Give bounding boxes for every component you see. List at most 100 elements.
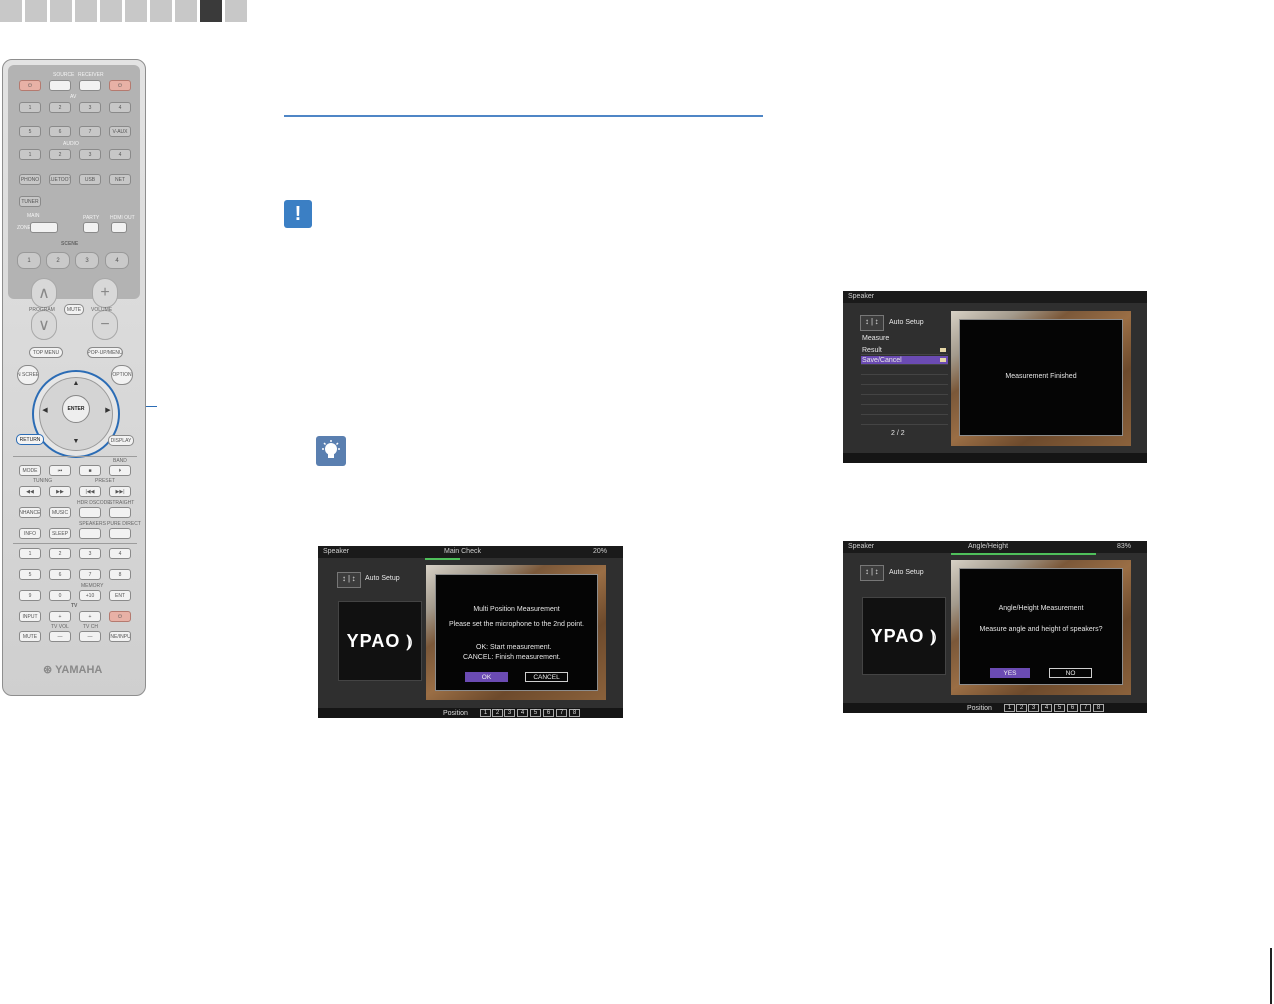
display-button[interactable]: DISPLAY [108, 435, 134, 446]
num-button-9[interactable]: 9 [19, 590, 41, 601]
chapter-tab[interactable] [225, 0, 247, 22]
audio-button-1[interactable]: 1 [19, 149, 41, 160]
menu-item-result[interactable]: Result [861, 346, 948, 355]
scene-button-4[interactable]: 4 [105, 252, 129, 269]
receiver-power-button[interactable]: ⏻ [109, 80, 131, 91]
tuner-button[interactable]: TUNER [19, 196, 41, 207]
num-button-0[interactable]: 0 [49, 590, 71, 601]
chapter-tab[interactable] [175, 0, 197, 22]
auto-setup-icon: ↕|↕ [337, 572, 361, 588]
plus-10-button[interactable]: +10 [79, 590, 101, 601]
tv-vol-down-button[interactable]: — [49, 631, 71, 642]
chapter-tab[interactable] [125, 0, 147, 22]
num-button-5[interactable]: 5 [19, 569, 41, 580]
chapter-tab[interactable] [0, 0, 22, 22]
zone-switch[interactable] [30, 222, 58, 233]
num-button-4[interactable]: 4 [109, 548, 131, 559]
mode-button[interactable]: MODE [19, 465, 41, 476]
num-button-3[interactable]: 3 [79, 548, 101, 559]
tuning-down-button[interactable]: ◀◀ [19, 486, 41, 497]
cursor-right-icon[interactable]: ▶ [103, 405, 113, 415]
audio-button-4[interactable]: 4 [109, 149, 131, 160]
scene-button-3[interactable]: 3 [75, 252, 99, 269]
num-button-7[interactable]: 7 [79, 569, 101, 580]
cursor-up-icon[interactable]: ▲ [71, 378, 81, 388]
tv-mute-button[interactable]: MUTE [19, 631, 41, 642]
tv-power-button[interactable]: ⏻ [109, 611, 131, 622]
no-button[interactable]: NO [1049, 668, 1092, 678]
av-button-6[interactable]: 6 [49, 126, 71, 137]
hdmi-out-button[interactable] [111, 222, 127, 233]
line-input-button[interactable]: LINE/INPUT [109, 631, 131, 642]
av-button-7[interactable]: 7 [79, 126, 101, 137]
menu-row-empty [861, 366, 948, 375]
phono-button[interactable]: PHONO [19, 174, 41, 185]
scene-button-1[interactable]: 1 [17, 252, 41, 269]
num-button-1[interactable]: 1 [19, 548, 41, 559]
scene-button-2[interactable]: 2 [46, 252, 70, 269]
play-button[interactable]: ⏵ [109, 465, 131, 476]
menu-item-save-cancel[interactable]: Save/Cancel [861, 356, 948, 365]
on-screen-button[interactable]: ON SCREEN [17, 365, 39, 385]
num-button-6[interactable]: 6 [49, 569, 71, 580]
preset-down-button[interactable]: |◀◀ [79, 486, 101, 497]
speakers-button[interactable] [79, 528, 101, 539]
program-up-button[interactable]: ∧ [31, 278, 57, 308]
mute-button[interactable]: MUTE [64, 304, 84, 315]
v-aux-button[interactable]: V-AUX [109, 126, 131, 137]
usb-button[interactable]: USB [79, 174, 101, 185]
net-button[interactable]: NET [109, 174, 131, 185]
yes-button[interactable]: YES [990, 668, 1030, 678]
menu-item-measure[interactable]: Measure [862, 335, 889, 342]
prev-button[interactable]: ⏮ [49, 465, 71, 476]
chapter-tab[interactable] [50, 0, 72, 22]
av-button-5[interactable]: 5 [19, 126, 41, 137]
tuning-up-button[interactable]: ▶▶ [49, 486, 71, 497]
popup-menu-button[interactable]: POP-UP/MENU [87, 347, 123, 358]
osd-progress-bar [951, 553, 1097, 555]
num-button-8[interactable]: 8 [109, 569, 131, 580]
hdr-dscode-button[interactable] [79, 507, 101, 518]
program-down-button[interactable]: ∨ [31, 310, 57, 340]
chapter-tab-active[interactable] [200, 0, 222, 22]
top-menu-button[interactable]: TOP MENU [29, 347, 63, 358]
chapter-tab[interactable] [150, 0, 172, 22]
enhancer-button[interactable]: ENHANCER [19, 507, 41, 518]
straight-button[interactable] [109, 507, 131, 518]
num-button-2[interactable]: 2 [49, 548, 71, 559]
source-button[interactable] [49, 80, 71, 91]
party-button[interactable] [83, 222, 99, 233]
receiver-button[interactable] [79, 80, 101, 91]
cancel-button[interactable]: CANCEL [525, 672, 568, 682]
av-button-3[interactable]: 3 [79, 102, 101, 113]
cursor-left-icon[interactable]: ◀ [40, 405, 50, 415]
return-button[interactable]: RETURN [16, 434, 44, 445]
tv-vol-up-button[interactable]: + [49, 611, 71, 622]
music-button[interactable]: MUSIC [49, 507, 71, 518]
chapter-tab[interactable] [100, 0, 122, 22]
pure-direct-button[interactable] [109, 528, 131, 539]
tv-input-button[interactable]: INPUT [19, 611, 41, 622]
ok-button[interactable]: OK [465, 672, 508, 682]
audio-button-2[interactable]: 2 [49, 149, 71, 160]
bluetooth-button[interactable]: BLUETOOTH [49, 174, 71, 185]
volume-down-button[interactable]: − [92, 310, 118, 340]
stop-button[interactable]: ■ [79, 465, 101, 476]
av-button-4[interactable]: 4 [109, 102, 131, 113]
volume-up-button[interactable]: + [92, 278, 118, 308]
audio-button-3[interactable]: 3 [79, 149, 101, 160]
enter-button[interactable]: ENTER [62, 395, 90, 423]
chapter-tab[interactable] [75, 0, 97, 22]
sleep-button[interactable]: SLEEP [49, 528, 71, 539]
option-button[interactable]: OPTION [111, 365, 133, 385]
tv-ch-down-button[interactable]: — [79, 631, 101, 642]
av-button-2[interactable]: 2 [49, 102, 71, 113]
av-button-1[interactable]: 1 [19, 102, 41, 113]
ent-button[interactable]: ENT [109, 590, 131, 601]
source-power-button[interactable]: ⏻ [19, 80, 41, 91]
preset-up-button[interactable]: ▶▶| [109, 486, 131, 497]
tv-ch-up-button[interactable]: + [79, 611, 101, 622]
cursor-down-icon[interactable]: ▼ [71, 436, 81, 446]
chapter-tab[interactable] [25, 0, 47, 22]
info-button[interactable]: INFO [19, 528, 41, 539]
